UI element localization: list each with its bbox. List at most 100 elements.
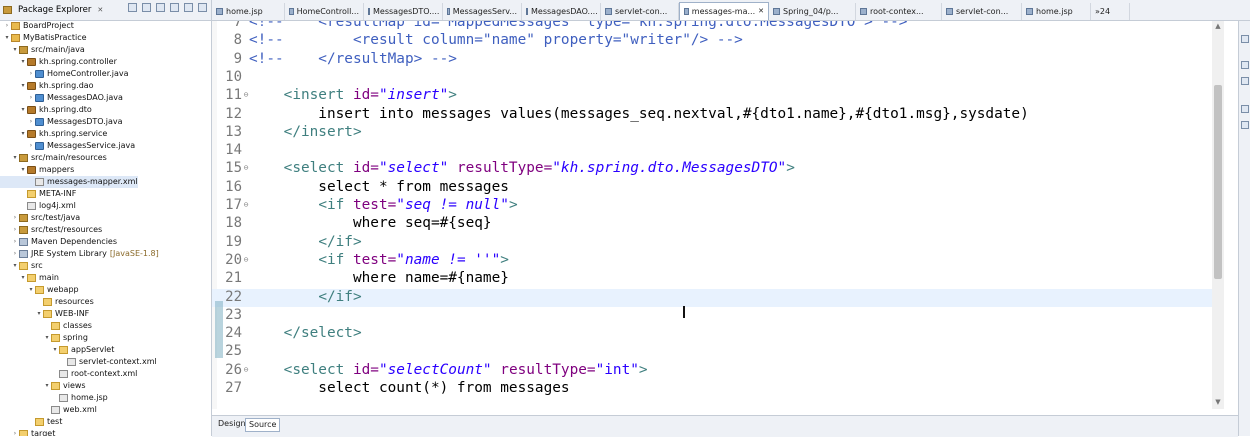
tree-item[interactable]: ▾ src/main/resources [0,152,107,164]
tree-item[interactable]: › HomeController.java [0,68,129,80]
tree-item[interactable]: ▾ kh.spring.dto [0,104,92,116]
tree-item[interactable]: ▾ WEB-INF [0,308,89,320]
expanded-chevron-icon[interactable]: ▾ [43,380,51,392]
expanded-chevron-icon[interactable]: ▾ [19,104,27,116]
design-tab[interactable]: Design [215,418,249,430]
tree-item[interactable]: › BoardProject [0,20,74,32]
scroll-down-arrow[interactable]: ▼ [1213,398,1223,407]
tree-item[interactable]: ▾ kh.spring.controller [0,56,117,68]
collapsed-chevron-icon[interactable]: › [11,248,19,260]
editor-tab[interactable]: MessagesDAO.... [522,3,601,20]
tree-item[interactable]: › MessagesService.java [0,140,135,152]
editor-tab[interactable]: messages-ma... ✕ [679,2,769,20]
code-line: 13 </insert> [212,124,1212,142]
collapse-all-icon[interactable] [128,3,137,12]
editor-tab[interactable]: MessagesServ... [443,3,522,20]
project-icon [11,34,20,42]
editor-tab[interactable]: root-contex... [856,3,942,20]
expanded-chevron-icon[interactable]: ▾ [11,152,19,164]
tree-item[interactable]: resources [0,296,94,308]
tree-item-label: classes [63,321,92,330]
tree-item[interactable]: ▾ src [0,260,43,272]
link-editor-icon[interactable] [142,3,151,12]
tree-item[interactable]: › Maven Dependencies [0,236,117,248]
collapsed-chevron-icon[interactable]: › [3,20,11,32]
editor-tab[interactable]: MessagesDTO.... [364,3,443,20]
outline-icon[interactable] [1241,61,1249,69]
tree-item[interactable]: test [0,416,62,428]
expanded-chevron-icon[interactable]: ▾ [27,284,35,296]
collapsed-chevron-icon[interactable]: › [27,116,35,128]
tree-item[interactable]: root-context.xml [0,368,137,380]
editor-tab[interactable]: home.jsp [1022,3,1091,20]
tree-item[interactable]: ▾ mappers [0,164,74,176]
task-list-icon[interactable] [1241,77,1249,85]
tree-item[interactable]: servlet-context.xml [0,356,157,368]
expanded-chevron-icon[interactable]: ▾ [43,332,51,344]
expanded-chevron-icon[interactable]: ▾ [11,44,19,56]
collapsed-chevron-icon[interactable]: › [27,140,35,152]
tree-item[interactable]: › src/test/java [0,212,80,224]
editor-tab[interactable]: servlet-con... [601,3,679,20]
tree-item[interactable]: ▾ appServlet [0,344,114,356]
collapsed-chevron-icon[interactable]: › [27,92,35,104]
tree-item[interactable]: › src/test/resources [0,224,102,236]
expanded-chevron-icon[interactable]: ▾ [19,80,27,92]
editor-tab[interactable]: home.jsp [212,3,285,20]
collapsed-chevron-icon[interactable]: › [11,212,19,224]
collapsed-chevron-icon[interactable]: › [27,68,35,80]
source-tab[interactable]: Source [245,418,281,432]
scrollbar-thumb[interactable] [1214,85,1222,279]
tree-item[interactable]: ▾ kh.spring.service [0,128,107,140]
editor-tab[interactable]: servlet-con... [942,3,1022,20]
editor-tab[interactable]: Spring_04/p... [769,3,856,20]
tree-item[interactable]: ▾ src/main/java [0,44,85,56]
expanded-chevron-icon[interactable]: ▾ [51,344,59,356]
tree-item[interactable]: › target [0,428,55,436]
focus-icon[interactable] [156,3,165,12]
expanded-chevron-icon[interactable]: ▾ [19,272,27,284]
collapsed-chevron-icon[interactable]: › [11,428,19,436]
expanded-chevron-icon[interactable]: ▾ [35,308,43,320]
editor-tab[interactable]: »24 [1091,3,1130,20]
tree-item[interactable]: ▾ spring [0,332,88,344]
expanded-chevron-icon[interactable]: ▾ [19,164,27,176]
tree-item[interactable]: ▾ main [0,272,59,284]
tree-item[interactable]: ▾ kh.spring.dao [0,80,94,92]
view-menu-icon[interactable] [170,3,179,12]
tree-item[interactable]: META-INF [0,188,76,200]
restore-icon[interactable] [1241,35,1249,43]
tree-item[interactable]: home.jsp [0,392,108,404]
collapsed-chevron-icon[interactable]: › [11,224,19,236]
package-explorer-tab[interactable]: Package Explorer ✕ [0,5,103,15]
expanded-chevron-icon[interactable]: ▾ [3,32,11,44]
line-number: 27 [225,380,242,396]
xml-source-editor[interactable]: 7 <!-- <resultMap id="MappedMessages" typ… [212,21,1212,409]
tree-item[interactable]: ▾ webapp [0,284,79,296]
expanded-chevron-icon[interactable]: ▾ [19,128,27,140]
folder-icon [35,418,44,426]
minimize-icon[interactable] [184,3,193,12]
expanded-chevron-icon[interactable]: ▾ [11,260,19,272]
editor-tab[interactable]: HomeControll... [285,3,364,20]
maximize-icon[interactable] [198,3,207,12]
expanded-chevron-icon[interactable]: ▾ [19,56,27,68]
close-icon[interactable]: ✕ [758,3,764,20]
tree-item[interactable]: ▾ MyBatisPractice [0,32,87,44]
console-icon[interactable] [1241,121,1249,129]
tree-item[interactable]: classes [0,320,92,332]
tree-item-label: log4j.xml [39,201,76,210]
tree-item[interactable]: › MessagesDAO.java [0,92,123,104]
code-content: where seq=#{seq} [249,215,492,231]
tree-item[interactable]: messages-mapper.xml [0,176,138,188]
tree-item[interactable]: log4j.xml [0,200,76,212]
problems-icon[interactable] [1241,105,1249,113]
tree-item[interactable]: ▾ views [0,380,86,392]
tree-item[interactable]: › JRE System Library [JavaSE-1.8] [0,248,159,260]
close-icon[interactable]: ✕ [97,6,103,14]
tree-item[interactable]: › MessagesDTO.java [0,116,123,128]
scroll-up-arrow[interactable]: ▲ [1213,22,1223,31]
tree-item[interactable]: web.xml [0,404,97,416]
collapsed-chevron-icon[interactable]: › [11,236,19,248]
